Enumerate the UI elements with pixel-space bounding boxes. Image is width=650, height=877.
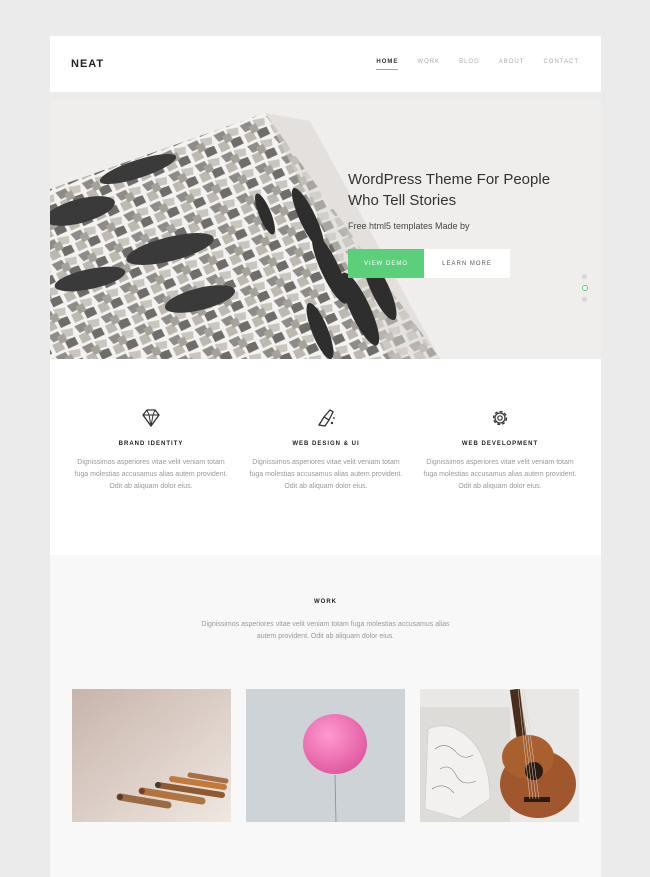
header-divider (50, 92, 601, 99)
paint-brush-icon (317, 409, 335, 427)
work-item-balloon[interactable] (246, 689, 405, 822)
diamond-icon (142, 409, 160, 428)
learn-more-button[interactable]: LEARN MORE (424, 249, 510, 278)
feature-brand-identity: BRAND IDENTITY Dignissimos asperiores vi… (71, 407, 231, 493)
feature-text: Dignissimos asperiores vitae velit venia… (249, 459, 403, 490)
feature-text: Dignissimos asperiores vitae velit venia… (74, 459, 228, 490)
slider-dot[interactable] (582, 274, 587, 279)
slider-pagination (582, 274, 588, 308)
gear-icon (492, 410, 508, 426)
work-title: WORK (314, 599, 337, 605)
work-item-pencils[interactable] (72, 689, 231, 822)
hero-title: WordPress Theme For People Who Tell Stor… (348, 171, 551, 209)
pink-balloon-image (246, 689, 405, 822)
feature-web-development: WEB DEVELOPMENT Dignissimos asperiores v… (420, 407, 580, 493)
nav-contact[interactable]: CONTACT (543, 59, 579, 65)
feature-web-design: WEB DESIGN & UI Dignissimos asperiores v… (246, 407, 406, 493)
nav-about[interactable]: ABOUT (499, 59, 525, 65)
hero-subtitle: Free html5 templates Made by (348, 221, 470, 231)
features-section: BRAND IDENTITY Dignissimos asperiores vi… (50, 359, 601, 555)
nav-work[interactable]: WORK (417, 59, 440, 65)
pencils-image (72, 689, 231, 822)
feature-text: Dignissimos asperiores vitae velit venia… (423, 459, 577, 490)
view-demo-button[interactable]: VIEW DEMO (348, 249, 424, 278)
feature-title: WEB DEVELOPMENT (461, 441, 539, 447)
feature-title: WEB DESIGN & UI (292, 441, 360, 447)
work-description: Dignissimos asperiores vitae velit venia… (201, 621, 450, 640)
slider-dot[interactable] (582, 297, 587, 302)
main-nav: HOME WORK BLOG ABOUT CONTACT (357, 59, 579, 70)
nav-blog[interactable]: BLOG (459, 59, 480, 65)
site-logo[interactable]: NEAT (71, 58, 104, 70)
guitar-image (420, 689, 579, 822)
slider-dot-active[interactable] (582, 285, 588, 291)
nav-home[interactable]: HOME (376, 59, 399, 70)
page-container: NEAT HOME WORK BLOG ABOUT CONTACT WordPr… (50, 36, 601, 877)
hero-slider: WordPress Theme For People Who Tell Stor… (50, 99, 601, 359)
work-section: WORK Dignissimos asperiores vitae velit … (50, 555, 601, 877)
feature-title: BRAND IDENTITY (118, 441, 184, 447)
work-item-guitar[interactable] (420, 689, 579, 822)
site-header: NEAT HOME WORK BLOG ABOUT CONTACT (50, 36, 601, 92)
